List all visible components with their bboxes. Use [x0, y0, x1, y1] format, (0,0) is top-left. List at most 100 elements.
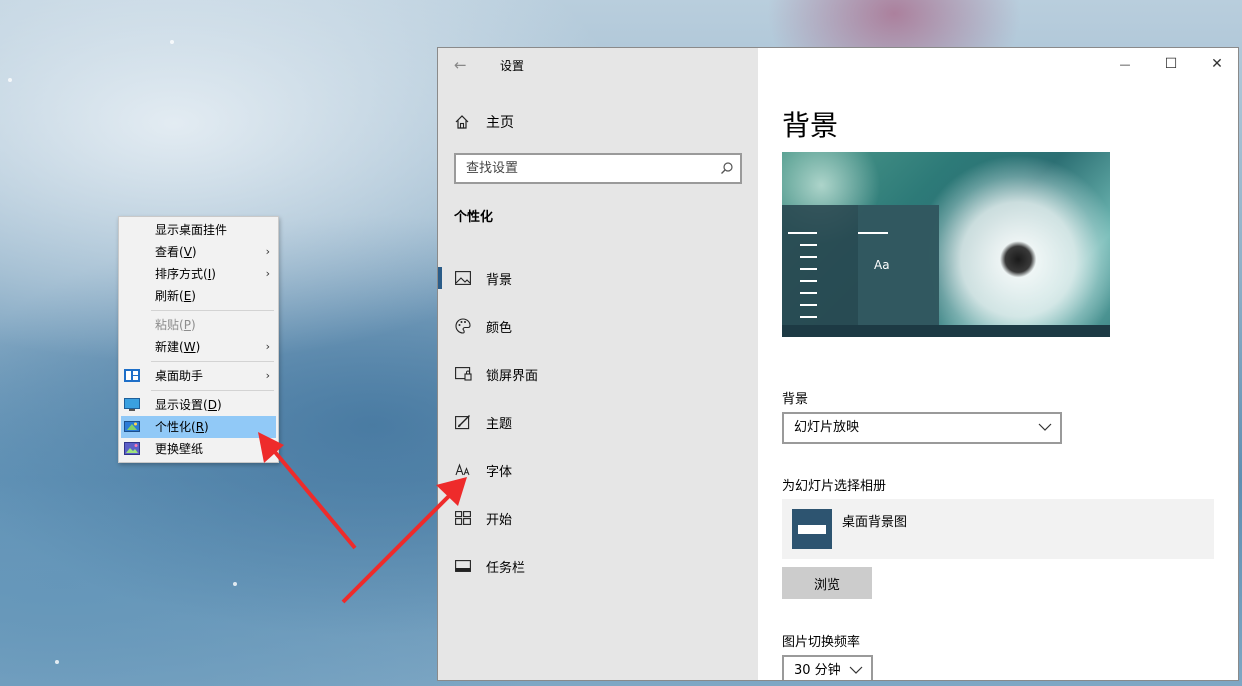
menu-item-desktop-assistant[interactable]: 桌面助手 › — [121, 365, 276, 387]
album-section-label: 为幻灯片选择相册 — [782, 479, 887, 494]
settings-sidebar: ← 设置 主页 个性化 背景 — [438, 48, 758, 680]
menu-item-accelerator: V — [183, 245, 192, 259]
album-folder-item[interactable]: 桌面背景图 — [782, 499, 1214, 559]
preview-line — [800, 316, 817, 318]
sidebar-item-label: 颜色 — [486, 320, 513, 336]
wallpaper-sparkle — [170, 40, 174, 44]
menu-item-display-settings[interactable]: 显示设置(D) — [121, 394, 276, 416]
wallpaper-icon — [124, 442, 140, 455]
sidebar-item-label: 主题 — [486, 416, 513, 432]
font-icon — [454, 461, 472, 479]
preview-line — [788, 232, 817, 234]
sidebar-item-label: 锁屏界面 — [486, 368, 539, 384]
desktop-context-menu: 显示桌面挂件 查看(V) › 排序方式(I) › 刷新(E) 粘贴(P) 新建(… — [118, 216, 279, 463]
sidebar-item-label: 任务栏 — [486, 560, 526, 576]
settings-content: — ☐ ✕ 背景 Aa 背景 幻灯片放映 为幻灯片选择相册 桌面背景图 浏览 图… — [758, 48, 1238, 680]
submenu-arrow-icon: › — [265, 369, 270, 382]
menu-item-accelerator: I — [207, 267, 212, 281]
settings-search-box[interactable] — [454, 153, 742, 184]
menu-item-accelerator: R — [195, 420, 205, 434]
menu-item-change-wallpaper[interactable]: 更换壁纸 — [121, 438, 276, 460]
palette-icon — [454, 317, 472, 335]
menu-item-sort-by[interactable]: 排序方式(I) › — [121, 263, 276, 285]
menu-item-show-widgets[interactable]: 显示桌面挂件 — [121, 219, 276, 241]
menu-item-label: 粘贴 — [155, 318, 180, 332]
interval-dropdown[interactable]: 30 分钟 — [782, 655, 873, 680]
wallpaper-sparkle — [55, 660, 59, 664]
menu-item-label: 查看 — [155, 245, 180, 259]
home-icon — [455, 115, 469, 129]
interval-label: 图片切换频率 — [782, 635, 861, 650]
menu-item-label: 桌面助手 — [155, 369, 204, 383]
preview-text: Aa — [874, 258, 890, 272]
chevron-down-icon — [849, 666, 863, 674]
preview-line — [858, 232, 888, 234]
sidebar-section-title: 个性化 — [454, 210, 494, 225]
chevron-down-icon — [1038, 423, 1052, 431]
sidebar-item-label: 字体 — [486, 464, 513, 480]
menu-item-personalize[interactable]: 个性化(R) — [121, 416, 276, 438]
sidebar-item-colors[interactable]: 颜色 — [438, 302, 758, 350]
preview-line — [800, 280, 817, 282]
sidebar-item-taskbar[interactable]: 任务栏 — [438, 542, 758, 590]
background-type-dropdown[interactable]: 幻灯片放映 — [782, 412, 1062, 444]
background-preview: Aa — [782, 152, 1110, 337]
menu-item-label: 刷新 — [155, 289, 180, 303]
preview-line — [800, 304, 817, 306]
sidebar-nav: 背景 颜色 锁屏界面 主题 字体 开始 任务栏 — [438, 254, 758, 590]
wallpaper-sparkle — [233, 582, 237, 586]
settings-search-input[interactable] — [456, 155, 706, 182]
background-image-icon — [454, 269, 472, 287]
sidebar-item-lock-screen[interactable]: 锁屏界面 — [438, 350, 758, 398]
menu-item-label: 排序方式 — [155, 267, 204, 281]
menu-item-accelerator: W — [183, 340, 196, 354]
menu-item-label: 显示设置 — [155, 398, 204, 412]
menu-item-accelerator: D — [207, 398, 217, 412]
menu-item-view[interactable]: 查看(V) › — [121, 241, 276, 263]
home-label: 主页 — [486, 115, 514, 131]
close-button[interactable]: ✕ — [1194, 48, 1238, 80]
back-arrow-icon[interactable]: ← — [454, 56, 467, 74]
menu-item-label: 个性化 — [155, 420, 192, 434]
menu-item-accelerator: P — [183, 318, 191, 332]
window-controls: — ☐ ✕ — [1102, 48, 1238, 80]
submenu-arrow-icon: › — [265, 245, 270, 258]
desktop-assistant-icon — [124, 369, 140, 382]
submenu-arrow-icon: › — [265, 267, 270, 280]
menu-separator — [151, 361, 274, 362]
menu-item-new[interactable]: 新建(W) › — [121, 336, 276, 358]
menu-item-accelerator: E — [183, 289, 192, 303]
preview-line — [800, 292, 817, 294]
theme-brush-icon — [454, 413, 472, 431]
menu-separator — [151, 390, 274, 391]
preview-line — [800, 256, 817, 258]
sidebar-item-themes[interactable]: 主题 — [438, 398, 758, 446]
sidebar-item-fonts[interactable]: 字体 — [438, 446, 758, 494]
menu-item-label: 显示桌面挂件 — [155, 223, 228, 237]
personalize-icon — [124, 421, 140, 432]
maximize-button[interactable]: ☐ — [1148, 48, 1194, 80]
sidebar-item-background[interactable]: 背景 — [438, 254, 758, 302]
start-grid-icon — [454, 509, 472, 527]
dropdown-value: 30 分钟 — [794, 663, 841, 678]
window-title: 设置 — [500, 59, 525, 73]
preview-line — [800, 244, 817, 246]
menu-item-paste: 粘贴(P) — [155, 318, 196, 332]
preview-line — [800, 268, 817, 270]
settings-window: ← 设置 主页 个性化 背景 — [437, 47, 1239, 681]
sidebar-item-start[interactable]: 开始 — [438, 494, 758, 542]
taskbar-icon — [454, 557, 472, 575]
menu-item-label: 更换壁纸 — [155, 442, 204, 456]
wallpaper-sparkle — [8, 78, 12, 82]
sidebar-item-label: 开始 — [486, 512, 513, 528]
browse-button[interactable]: 浏览 — [782, 567, 872, 599]
minimize-button[interactable]: — — [1102, 48, 1148, 80]
search-icon[interactable] — [720, 161, 734, 175]
page-title: 背景 — [782, 109, 839, 142]
menu-item-label: 新建 — [155, 340, 180, 354]
lock-screen-icon — [454, 365, 472, 383]
menu-item-refresh[interactable]: 刷新(E) — [121, 285, 276, 307]
sidebar-home-link[interactable]: 主页 — [454, 112, 514, 132]
folder-drive-icon — [792, 509, 832, 549]
preview-tile — [858, 205, 939, 337]
